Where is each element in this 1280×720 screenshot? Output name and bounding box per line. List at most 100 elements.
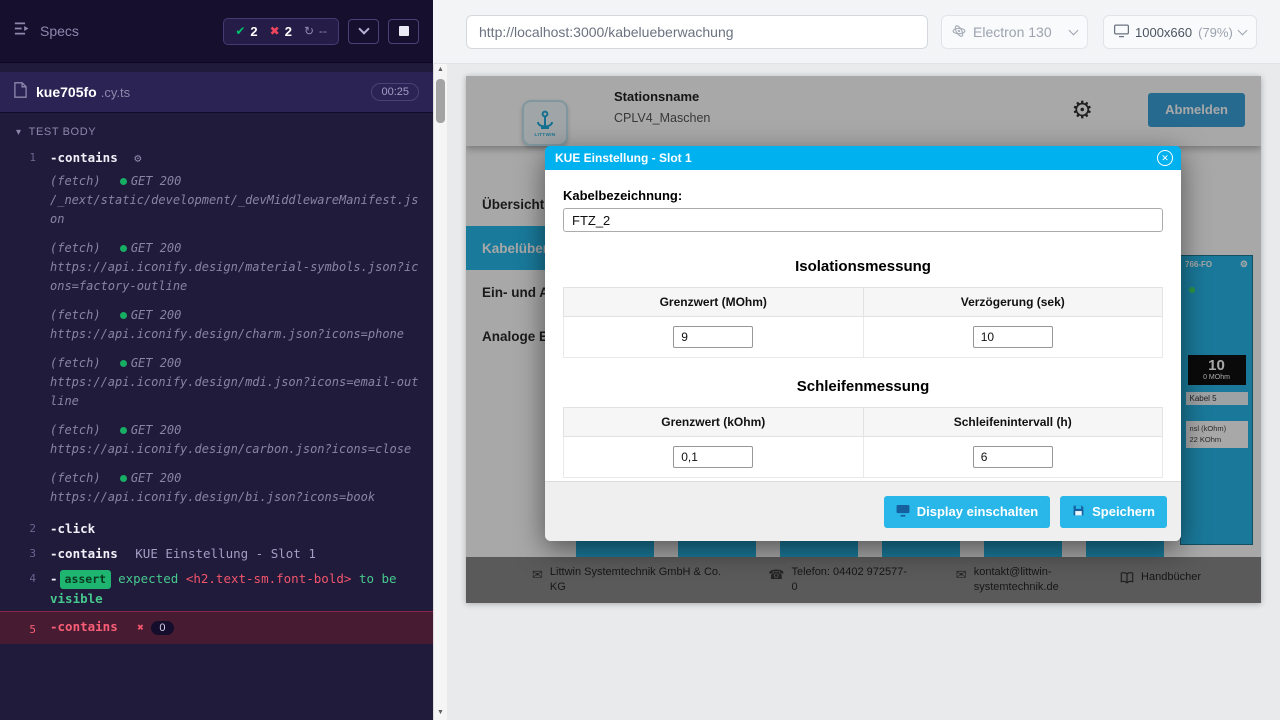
cable-name-input[interactable] [563,208,1163,232]
fetch-status: GET 200 [131,241,182,255]
iso-limit-input[interactable] [673,326,753,348]
chevron-down-icon [1069,26,1079,36]
url-input[interactable] [466,15,928,49]
fetch-status: GET 200 [131,174,182,188]
iso-col-delay: Verzögerung (sek) [863,288,1163,317]
stop-icon [399,26,409,36]
command-name: -contains [50,150,118,165]
command-number: 5 [0,620,50,636]
monitor-icon [896,504,910,520]
command-row-contains-3[interactable]: 3 -contains KUE Einstellung - Slot 1 [0,541,433,566]
isolation-section-title: Isolationsmessung [563,258,1163,275]
fetch-log-row[interactable]: (fetch) GET 200 https://api.iconify.desi… [0,420,433,468]
reporter-topbar: Specs ✔ 2 ✖ 2 ↻ -- [0,0,433,63]
loop-limit-input[interactable] [673,446,753,468]
status-dot-icon [120,245,127,252]
electron-icon [952,24,966,41]
scroll-up-icon[interactable]: ▲ [434,63,447,77]
fetch-url: https://api.iconify.design/mdi.json?icon… [50,375,418,408]
fetch-log-row[interactable]: (fetch) GET 200 https://api.iconify.desi… [0,238,433,305]
modal-title: KUE Einstellung - Slot 1 [555,151,692,165]
spec-header[interactable]: kue705fo .cy.ts 00:25 [0,72,433,113]
fetch-status: GET 200 [131,356,182,370]
modal-header: KUE Einstellung - Slot 1 ✕ [545,146,1181,170]
modal-footer: Display einschalten Speichern [545,481,1181,541]
command-row-contains-failed[interactable]: 5 -contains ✖ 0 [0,611,433,644]
specs-label[interactable]: Specs [40,23,79,39]
fetch-url: /_next/static/development/_devMiddleware… [50,193,418,226]
assert-to-be: to be [359,571,397,586]
isolation-table: Grenzwert (MOhm) Verzögerung (sek) [563,287,1163,358]
fetch-log-row[interactable]: (fetch) GET 200 /_next/static/developmen… [0,171,433,238]
cross-icon: ✖ [270,24,280,38]
status-dot-icon [120,427,127,434]
fetch-status: GET 200 [131,423,182,437]
assert-selector: <h2.text-sm.font-bold> [186,571,352,586]
check-icon: ✔ [235,24,245,38]
test-stats: ✔ 2 ✖ 2 ↻ -- [223,18,339,45]
status-dot-icon [120,360,127,367]
spec-name: kue705fo [36,84,97,100]
close-icon[interactable]: ✕ [1157,150,1173,166]
collapse-runner-button[interactable] [348,19,379,44]
specs-menu-icon[interactable] [14,21,31,41]
fetch-url: https://api.iconify.design/bi.json?icons… [50,490,375,504]
status-dot-icon [120,475,127,482]
gear-icon: ⚙ [134,151,141,165]
command-row-click[interactable]: 2 -click [0,516,433,541]
fetch-log-row[interactable]: (fetch) GET 200 https://api.iconify.desi… [0,353,433,420]
fetch-status: GET 200 [131,308,182,322]
status-dot-icon [120,312,127,319]
spec-timer: 00:25 [371,83,419,101]
retry-count-badge: 0 [151,621,173,635]
fetch-label: (fetch) [50,471,101,485]
fetch-url: https://api.iconify.design/material-symb… [50,260,418,293]
iso-delay-input[interactable] [973,326,1053,348]
floppy-icon [1072,504,1085,520]
monitor-icon [1114,24,1129,41]
viewport-size: 1000x660 [1135,25,1192,40]
display-on-button[interactable]: Display einschalten [884,496,1050,528]
pending-count: -- [319,24,327,38]
command-name: -contains [50,619,118,634]
command-argument: KUE Einstellung - Slot 1 [135,546,316,561]
fail-cross-icon: ✖ [137,621,144,634]
command-number: 1 [0,148,50,164]
assert-dash: - [50,571,58,586]
fetch-label: (fetch) [50,174,101,188]
command-row-contains-1[interactable]: 1 -contains ⚙ [0,145,433,171]
scrollbar-thumb[interactable] [436,79,445,123]
iso-col-limit: Grenzwert (MOhm) [564,288,864,317]
failed-count: 2 [285,24,292,39]
viewport-zoom: (79%) [1198,25,1233,40]
stat-failed: ✖ 2 [270,24,292,39]
loop-col-interval: Schleifenintervall (h) [863,408,1163,437]
spec-extension: .cy.ts [101,85,130,100]
fetch-log-row[interactable]: (fetch) GET 200 https://api.iconify.desi… [0,468,433,516]
refresh-icon: ↻ [304,24,314,38]
viewport-select[interactable]: 1000x660 (79%) [1103,15,1257,49]
loop-interval-input[interactable] [973,446,1053,468]
fetch-label: (fetch) [50,308,101,322]
scroll-down-icon[interactable]: ▼ [434,706,447,720]
browser-select[interactable]: Electron 130 [941,15,1088,49]
test-body-label: TEST BODY [29,126,97,138]
command-row-assert[interactable]: 4 -assertexpected <h2.text-sm.font-bold>… [0,566,433,611]
command-name: -click [50,521,95,536]
command-number: 4 [0,569,50,585]
command-number: 3 [0,544,50,560]
fetch-log-row[interactable]: (fetch) GET 200 https://api.iconify.desi… [0,305,433,353]
stat-passed: ✔ 2 [235,24,257,39]
cypress-reporter: Specs ✔ 2 ✖ 2 ↻ -- kue705fo .cy.t [0,0,433,720]
loop-col-limit: Grenzwert (kOhm) [564,408,864,437]
reporter-scrollbar[interactable]: ▲ ▼ [433,63,447,720]
stop-tests-button[interactable] [388,19,419,44]
fetch-label: (fetch) [50,423,101,437]
fetch-label: (fetch) [50,356,101,370]
assert-badge: assert [60,570,112,589]
save-button[interactable]: Speichern [1060,496,1167,528]
fetch-status: GET 200 [131,471,182,485]
fetch-url: https://api.iconify.design/carbon.json?i… [50,442,411,456]
test-body-toggle[interactable]: ▾ TEST BODY [0,113,433,145]
loop-table: Grenzwert (kOhm) Schleifenintervall (h) [563,407,1163,478]
